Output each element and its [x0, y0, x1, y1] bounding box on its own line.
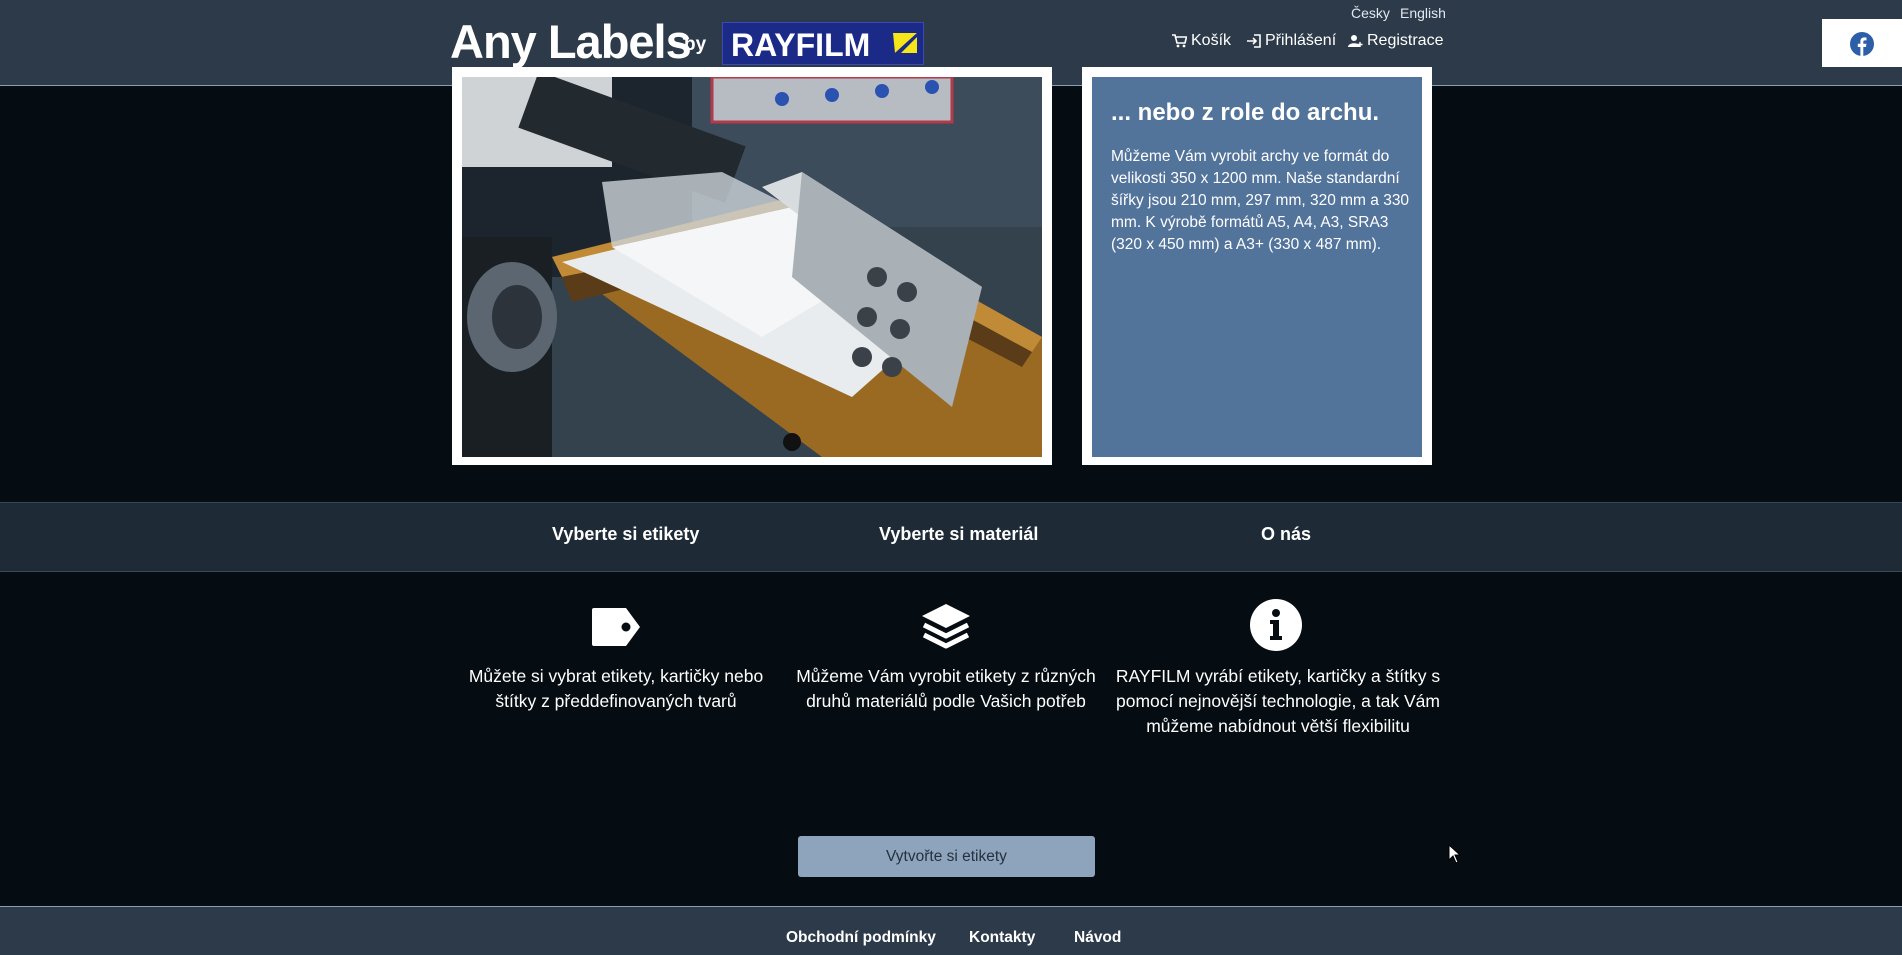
cart-icon	[1172, 34, 1187, 48]
sign-in-icon	[1247, 34, 1261, 48]
brand-name: RAYFILM	[731, 27, 871, 63]
site-logo[interactable]: Any Labels	[450, 14, 692, 69]
footer-contacts-link[interactable]: Kontakty	[969, 929, 1035, 947]
login-link[interactable]: Přihlášení	[1246, 32, 1336, 50]
feature-labels-text: Můžete si vybrat etikety, kartičky nebo …	[468, 666, 764, 711]
machine-illustration	[462, 77, 1042, 457]
register-link[interactable]: Registrace	[1348, 32, 1443, 50]
facebook-icon	[1850, 32, 1874, 56]
feature-materials-text: Můžeme Vám vyrobit etikety z různých dru…	[796, 666, 1096, 711]
lang-en-link[interactable]: English	[1400, 5, 1446, 21]
brand-flag-icon	[893, 33, 917, 53]
site-footer: Obchodní podmínky Kontakty Návod	[0, 906, 1902, 955]
cart-link[interactable]: Košík	[1172, 32, 1231, 50]
cart-label: Košík	[1191, 32, 1232, 49]
tab-choose-material[interactable]: Vyberte si materiál	[879, 524, 1038, 545]
hero-info-panel: ... nebo z role do archu. Můžeme Vám vyr…	[1092, 77, 1422, 457]
hero-description: Můžeme Vám vyrobit archy ve formát do ve…	[1111, 148, 1410, 253]
tab-about-us[interactable]: O nás	[1261, 524, 1311, 545]
facebook-button[interactable]	[1822, 19, 1902, 67]
footer-guide-link[interactable]: Návod	[1074, 929, 1121, 947]
hero-title: ... nebo z role do archu.	[1111, 99, 1380, 126]
layers-icon	[922, 604, 970, 649]
tag-icon	[592, 608, 640, 646]
register-label: Registrace	[1367, 32, 1444, 49]
info-icon	[1250, 599, 1302, 651]
feature-tabs: Vyberte si etikety Vyberte si materiál O…	[0, 502, 1902, 572]
rayfilm-logo[interactable]: RAYFILM	[722, 22, 924, 65]
hero-image-frame	[452, 67, 1052, 465]
lang-cs-link[interactable]: Česky	[1351, 5, 1390, 21]
create-labels-button[interactable]: Vytvořte si etikety	[798, 836, 1095, 877]
hero-machine-photo	[462, 77, 1042, 457]
login-label: Přihlášení	[1265, 32, 1337, 49]
logo-by-text: by	[684, 34, 707, 55]
user-add-icon	[1348, 35, 1363, 47]
tab-choose-labels[interactable]: Vyberte si etikety	[552, 524, 699, 545]
mouse-cursor-icon	[1448, 844, 1462, 864]
feature-about-text: RAYFILM vyrábí etikety, kartičky a štítk…	[1115, 666, 1441, 736]
footer-terms-link[interactable]: Obchodní podmínky	[786, 929, 936, 947]
hero-info-frame: ... nebo z role do archu. Můžeme Vám vyr…	[1082, 67, 1432, 465]
